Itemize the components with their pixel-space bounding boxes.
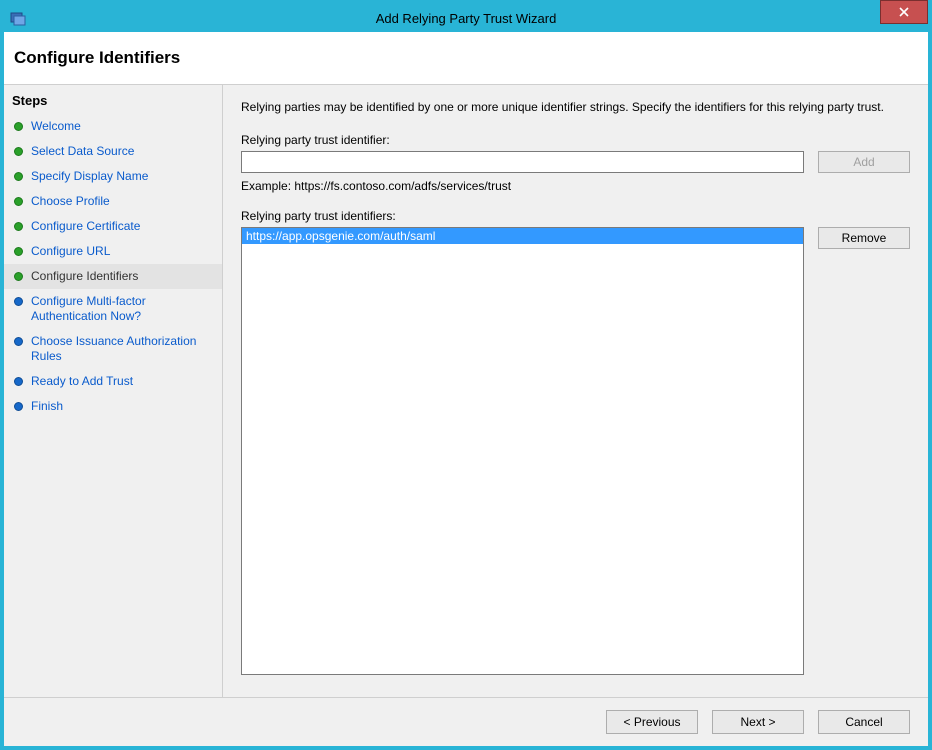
app-icon	[10, 10, 26, 26]
step-label: Choose Issuance Authorization Rules	[31, 334, 214, 364]
step-item[interactable]: Ready to Add Trust	[4, 369, 222, 394]
steps-heading: Steps	[4, 91, 222, 114]
step-bullet-icon	[14, 377, 23, 386]
previous-button[interactable]: < Previous	[606, 710, 698, 734]
step-label: Configure Certificate	[31, 219, 140, 234]
step-label: Configure Multi-factor Authentication No…	[31, 294, 214, 324]
step-label: Configure URL	[31, 244, 110, 259]
remove-button[interactable]: Remove	[818, 227, 910, 249]
identifiers-listbox[interactable]: https://app.opsgenie.com/auth/saml	[241, 227, 804, 675]
step-bullet-icon	[14, 172, 23, 181]
window-title: Add Relying Party Trust Wizard	[4, 11, 928, 26]
close-icon	[899, 5, 909, 20]
step-item[interactable]: Select Data Source	[4, 139, 222, 164]
step-item[interactable]: Welcome	[4, 114, 222, 139]
titlebar: Add Relying Party Trust Wizard	[4, 4, 928, 32]
step-label: Choose Profile	[31, 194, 110, 209]
step-label: Ready to Add Trust	[31, 374, 133, 389]
step-item[interactable]: Configure URL	[4, 239, 222, 264]
step-label: Finish	[31, 399, 63, 414]
step-item[interactable]: Choose Issuance Authorization Rules	[4, 329, 222, 369]
header-area: Configure Identifiers	[4, 32, 928, 84]
page-title: Configure Identifiers	[14, 48, 918, 68]
step-item[interactable]: Choose Profile	[4, 189, 222, 214]
footer-area: < Previous Next > Cancel	[4, 697, 928, 746]
step-bullet-icon	[14, 247, 23, 256]
step-label: Configure Identifiers	[31, 269, 138, 284]
identifier-input[interactable]	[241, 151, 804, 173]
identifiers-label: Relying party trust identifiers:	[241, 209, 910, 223]
step-item[interactable]: Configure Identifiers	[4, 264, 222, 289]
step-item[interactable]: Configure Multi-factor Authentication No…	[4, 289, 222, 329]
step-item[interactable]: Specify Display Name	[4, 164, 222, 189]
body-area: Steps Welcome Select Data Source Specify D…	[4, 84, 928, 697]
next-button[interactable]: Next >	[712, 710, 804, 734]
step-bullet-icon	[14, 197, 23, 206]
step-bullet-icon	[14, 272, 23, 281]
wizard-window: Add Relying Party Trust Wizard Configure…	[0, 0, 932, 750]
list-item[interactable]: https://app.opsgenie.com/auth/saml	[242, 228, 803, 244]
instruction-text: Relying parties may be identified by one…	[241, 99, 910, 115]
content-panel: Relying parties may be identified by one…	[223, 85, 928, 697]
step-bullet-icon	[14, 147, 23, 156]
add-button[interactable]: Add	[818, 151, 910, 173]
steps-panel: Steps Welcome Select Data Source Specify D…	[4, 85, 223, 697]
close-button[interactable]	[880, 0, 928, 24]
step-item[interactable]: Finish	[4, 394, 222, 419]
step-item[interactable]: Configure Certificate	[4, 214, 222, 239]
cancel-button[interactable]: Cancel	[818, 710, 910, 734]
step-bullet-icon	[14, 222, 23, 231]
step-bullet-icon	[14, 337, 23, 346]
step-label: Select Data Source	[31, 144, 134, 159]
step-label: Welcome	[31, 119, 81, 134]
example-text: Example: https://fs.contoso.com/adfs/ser…	[241, 179, 910, 193]
step-label: Specify Display Name	[31, 169, 148, 184]
step-bullet-icon	[14, 122, 23, 131]
step-bullet-icon	[14, 297, 23, 306]
identifier-label: Relying party trust identifier:	[241, 133, 910, 147]
step-bullet-icon	[14, 402, 23, 411]
